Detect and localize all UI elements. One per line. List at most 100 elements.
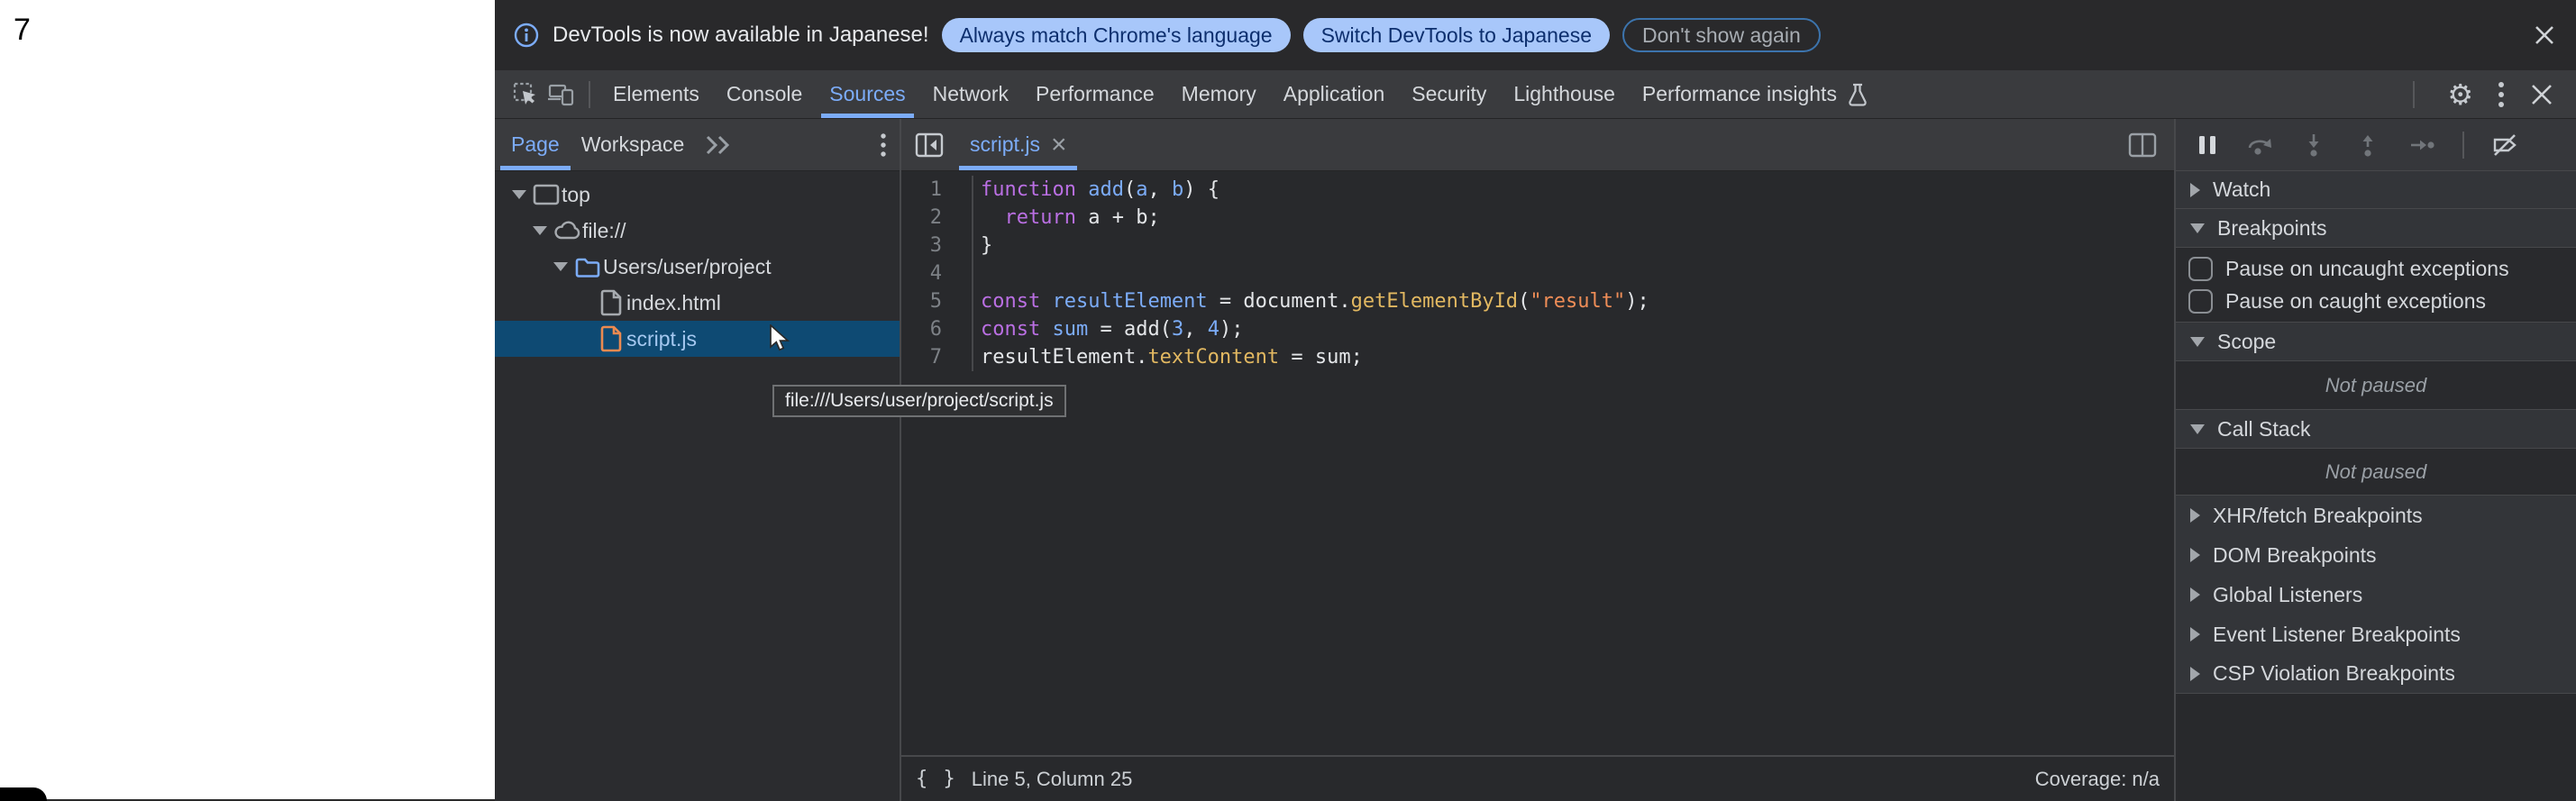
tree-item-label: script.js xyxy=(626,327,697,351)
line-number[interactable]: 5 xyxy=(901,287,973,315)
tree-item-project-folder[interactable]: Users/user/project xyxy=(495,249,900,285)
section-scope[interactable]: Scope xyxy=(2176,323,2576,360)
section-label: Breakpoints xyxy=(2217,216,2326,241)
tree-item-file-protocol[interactable]: file:// xyxy=(495,213,900,249)
section-breakpoints[interactable]: Breakpoints xyxy=(2176,209,2576,247)
settings-gear-icon[interactable]: ⚙ xyxy=(2447,77,2473,112)
code-line-content[interactable]: resultElement.textContent = sum; xyxy=(973,346,1363,369)
tab-label: Sources xyxy=(829,82,905,106)
tab-console[interactable]: Console xyxy=(713,70,816,118)
section-label: CSP Violation Breakpoints xyxy=(2213,661,2455,686)
section-global-listeners[interactable]: Global Listeners xyxy=(2176,575,2576,614)
pretty-print-icon[interactable]: { } xyxy=(916,768,957,790)
code-token: , xyxy=(1183,318,1208,341)
code-line-content[interactable]: function add(a, b) { xyxy=(973,178,1219,201)
pause-caught-row[interactable]: Pause on caught exceptions xyxy=(2176,285,2576,317)
disclosure-triangle-icon[interactable] xyxy=(507,190,531,199)
tabbar-right-controls: ⚙ xyxy=(2404,77,2576,112)
close-devtools-icon[interactable] xyxy=(2529,82,2554,107)
section-csp-violation-breakpoints[interactable]: CSP Violation Breakpoints xyxy=(2176,654,2576,694)
checkbox[interactable] xyxy=(2188,257,2213,281)
code-line-content[interactable]: return a + b; xyxy=(973,206,1160,229)
pause-icon[interactable] xyxy=(2196,132,2219,158)
navigator-kebab-icon[interactable] xyxy=(880,132,887,159)
navigator-tab-page[interactable]: Page xyxy=(500,119,571,170)
code-token: } xyxy=(981,234,992,257)
file-tab-script-js[interactable]: script.js × xyxy=(959,119,1077,170)
line-number[interactable]: 6 xyxy=(901,315,973,343)
tab-label: Lighthouse xyxy=(1513,82,1615,106)
line-number[interactable]: 4 xyxy=(901,259,973,287)
tab-memory[interactable]: Memory xyxy=(1168,70,1270,118)
switch-to-japanese-button[interactable]: Switch DevTools to Japanese xyxy=(1303,18,1610,52)
disclosure-triangle-icon[interactable] xyxy=(549,262,572,271)
tab-elements[interactable]: Elements xyxy=(599,70,713,118)
inspect-element-icon[interactable] xyxy=(507,77,544,113)
tab-security[interactable]: Security xyxy=(1398,70,1500,118)
line-number[interactable]: 3 xyxy=(901,232,973,259)
kebab-menu-icon[interactable] xyxy=(2497,79,2506,110)
tab-network[interactable]: Network xyxy=(919,70,1022,118)
tree-item-index-html[interactable]: index.html xyxy=(495,285,900,321)
code-editor[interactable]: 1function add(a, b) {2 return a + b;3}45… xyxy=(901,171,2174,755)
infobar-close-icon[interactable] xyxy=(2529,20,2560,50)
callstack-status: Not paused xyxy=(2176,448,2576,496)
line-number[interactable]: 1 xyxy=(901,176,973,204)
step-icon[interactable] xyxy=(2408,132,2435,158)
section-call-stack[interactable]: Call Stack xyxy=(2176,410,2576,448)
code-token: a + b; xyxy=(1076,206,1160,229)
dont-show-again-button[interactable]: Don't show again xyxy=(1622,18,1821,52)
tree-item-top[interactable]: top xyxy=(495,177,900,213)
device-toolbar-icon[interactable] xyxy=(544,77,580,113)
frame-icon xyxy=(531,184,562,205)
code-line-content[interactable]: } xyxy=(973,234,992,257)
section-watch[interactable]: Watch xyxy=(2176,171,2576,209)
code-token: const xyxy=(981,290,1040,313)
tab-performance-insights[interactable]: Performance insights xyxy=(1629,70,1883,118)
navigator-tab-workspace[interactable]: Workspace xyxy=(571,119,696,170)
code-token: return xyxy=(1005,206,1076,229)
step-out-icon[interactable] xyxy=(2354,132,2381,158)
toolbar-divider xyxy=(2413,81,2415,108)
code-line: 6const sum = add(3, 4); xyxy=(901,315,2174,343)
section-xhr-breakpoints[interactable]: XHR/fetch Breakpoints xyxy=(2176,496,2576,535)
disclosure-triangle-icon[interactable] xyxy=(528,226,552,235)
checkbox-label: Pause on uncaught exceptions xyxy=(2225,257,2509,281)
tab-label: Console xyxy=(726,82,802,106)
toggle-sidebar-icon[interactable] xyxy=(2127,132,2158,159)
more-tabs-icon[interactable] xyxy=(702,133,735,157)
code-token: resultElement. xyxy=(981,346,1147,369)
line-number[interactable]: 2 xyxy=(901,204,973,232)
checkbox[interactable] xyxy=(2188,289,2213,314)
section-dom-breakpoints[interactable]: DOM Breakpoints xyxy=(2176,535,2576,575)
devtools-window: DevTools is now available in Japanese! A… xyxy=(495,0,2576,801)
deactivate-breakpoints-icon[interactable] xyxy=(2491,132,2518,158)
section-label: DOM Breakpoints xyxy=(2213,543,2377,568)
tab-lighthouse[interactable]: Lighthouse xyxy=(1500,70,1629,118)
page-result-text: 7 xyxy=(14,13,31,48)
always-match-language-button[interactable]: Always match Chrome's language xyxy=(942,18,1291,52)
tab-sources[interactable]: Sources xyxy=(816,70,918,118)
tab-performance[interactable]: Performance xyxy=(1022,70,1168,118)
pause-uncaught-row[interactable]: Pause on uncaught exceptions xyxy=(2176,252,2576,285)
tab-label: Memory xyxy=(1182,82,1256,106)
code-token: b xyxy=(1172,178,1183,201)
section-event-listener-breakpoints[interactable]: Event Listener Breakpoints xyxy=(2176,614,2576,654)
hide-navigator-icon[interactable] xyxy=(914,132,945,159)
tab-label: Performance insights xyxy=(1642,82,1837,106)
code-token: , xyxy=(1147,178,1172,201)
section-label: XHR/fetch Breakpoints xyxy=(2213,504,2423,528)
step-over-icon[interactable] xyxy=(2246,132,2273,158)
tab-application[interactable]: Application xyxy=(1270,70,1399,118)
code-token xyxy=(1040,290,1052,313)
tab-label: Security xyxy=(1411,82,1486,106)
code-token: "result" xyxy=(1530,290,1625,313)
disclosure-triangle-icon xyxy=(2190,183,2200,197)
step-into-icon[interactable] xyxy=(2300,132,2327,158)
tree-item-script-js[interactable]: script.js xyxy=(495,321,900,357)
code-line: 5const resultElement = document.getEleme… xyxy=(901,287,2174,315)
line-number[interactable]: 7 xyxy=(901,343,973,371)
file-tab-close-icon[interactable]: × xyxy=(1051,132,1067,159)
code-line-content[interactable]: const resultElement = document.getElemen… xyxy=(973,290,1649,313)
code-line-content[interactable]: const sum = add(3, 4); xyxy=(973,318,1243,341)
